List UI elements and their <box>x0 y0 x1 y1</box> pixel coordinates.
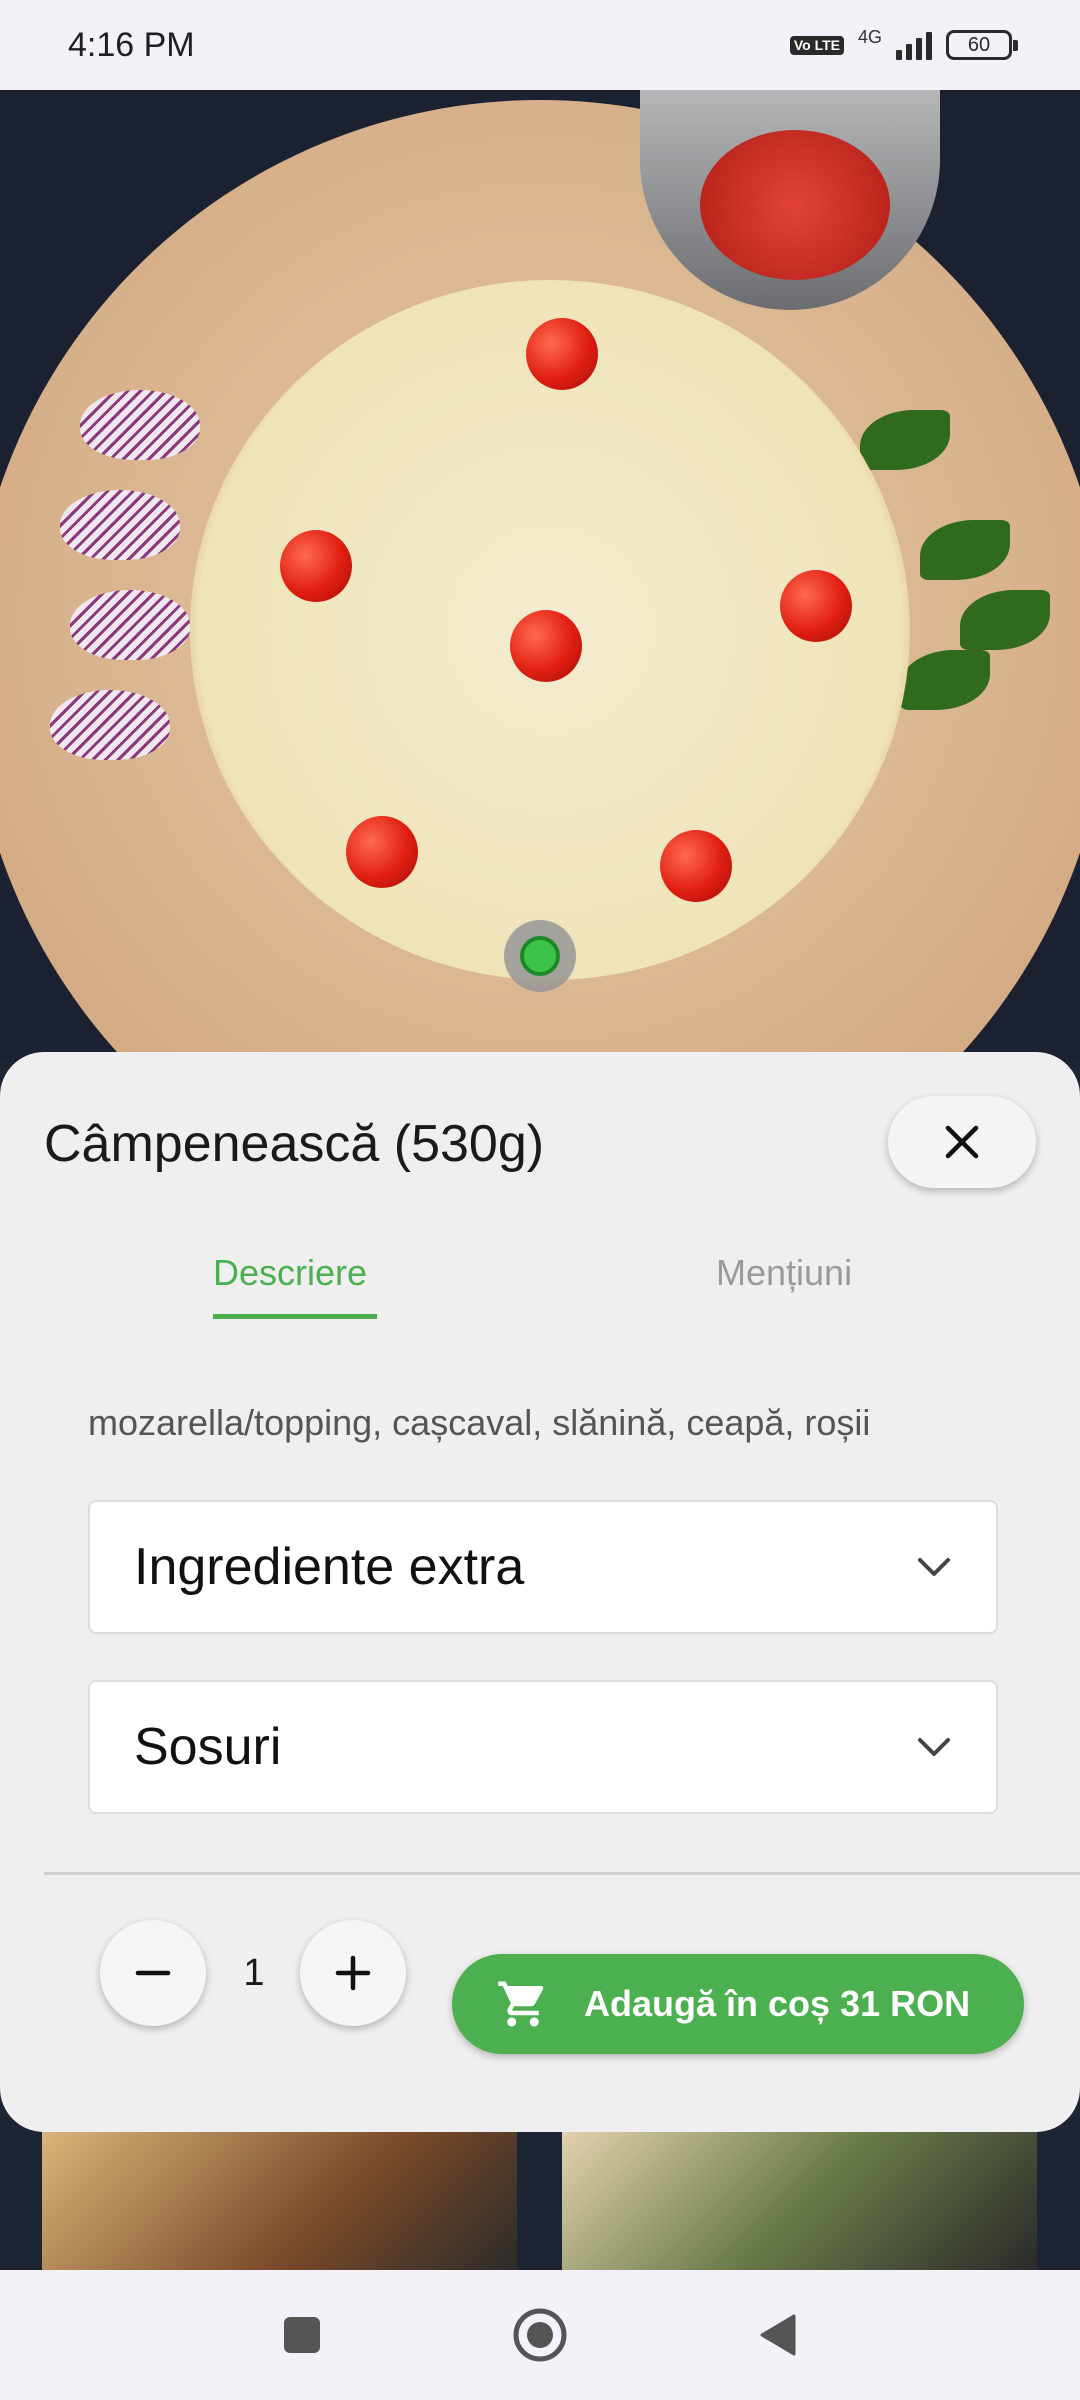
decrease-quantity-button[interactable] <box>100 1920 206 2026</box>
home-button[interactable] <box>500 2270 580 2400</box>
cherry-tomato <box>660 830 732 902</box>
increase-quantity-button[interactable] <box>300 1920 406 2026</box>
product-image <box>0 90 1080 1062</box>
status-bar: 4:16 PM Vo LTE 4G 60 <box>0 0 1080 90</box>
tab-bar: Descriere Mențiuni <box>0 1252 1080 1332</box>
status-time: 4:16 PM <box>68 25 195 64</box>
product-sheet: Câmpenească (530g) Descriere Mențiuni mo… <box>0 1052 1080 2132</box>
tab-descriere[interactable]: Descriere <box>213 1252 367 1294</box>
volte-icon: Vo LTE <box>789 35 844 55</box>
add-to-cart-button[interactable]: Adaugă în coș 31 RON <box>452 1954 1024 2054</box>
product-title: Câmpenească (530g) <box>44 1115 545 1173</box>
close-icon <box>945 1125 979 1159</box>
divider <box>44 1872 1080 1875</box>
close-button[interactable] <box>888 1096 1036 1188</box>
triangle-back-icon <box>760 2314 796 2356</box>
plus-icon <box>335 1955 371 1991</box>
cherry-tomato <box>526 318 598 390</box>
battery-level: 60 <box>967 33 991 56</box>
system-nav-bar <box>0 2270 1080 2400</box>
cherry-tomato <box>346 816 418 888</box>
image-indicator[interactable] <box>504 920 576 992</box>
accordion-label: Ingrediente extra <box>134 1538 525 1596</box>
cherry-tomato <box>280 530 352 602</box>
cart-icon <box>498 1981 544 2027</box>
circle-icon <box>513 2308 567 2362</box>
product-description: mozarella/topping, cașcaval, slănină, ce… <box>88 1402 871 1443</box>
back-button[interactable] <box>738 2270 818 2400</box>
accordion-label: Sosuri <box>134 1718 282 1776</box>
cherry-tomato <box>510 610 582 682</box>
accordion-ingrediente-extra[interactable]: Ingrediente extra <box>88 1500 998 1634</box>
product-thumbnail[interactable] <box>42 2130 517 2270</box>
onion-slice <box>50 690 170 760</box>
tab-mentiuni[interactable]: Mențiuni <box>716 1252 852 1294</box>
onion-slice <box>80 390 200 460</box>
chevron-down-icon <box>918 1738 950 1756</box>
quantity-value: 1 <box>243 1952 265 1994</box>
chevron-down-icon <box>918 1558 950 1576</box>
recent-apps-button[interactable] <box>262 2270 342 2400</box>
accordion-sosuri[interactable]: Sosuri <box>88 1680 998 1814</box>
square-icon <box>284 2317 320 2353</box>
minus-icon <box>135 1970 171 1976</box>
product-thumbnail[interactable] <box>562 2130 1037 2270</box>
onion-slice <box>60 490 180 560</box>
signal-icon <box>896 30 932 60</box>
add-to-cart-label: Adaugă în coș 31 RON <box>584 1983 971 2024</box>
battery-icon: 60 <box>946 30 1018 60</box>
network-type: 4G <box>857 26 882 47</box>
tomato-sauce <box>700 130 890 280</box>
tab-indicator <box>213 1314 377 1319</box>
cherry-tomato <box>780 570 852 642</box>
onion-slice <box>70 590 190 660</box>
status-icons: Vo LTE 4G 60 <box>789 26 1018 60</box>
